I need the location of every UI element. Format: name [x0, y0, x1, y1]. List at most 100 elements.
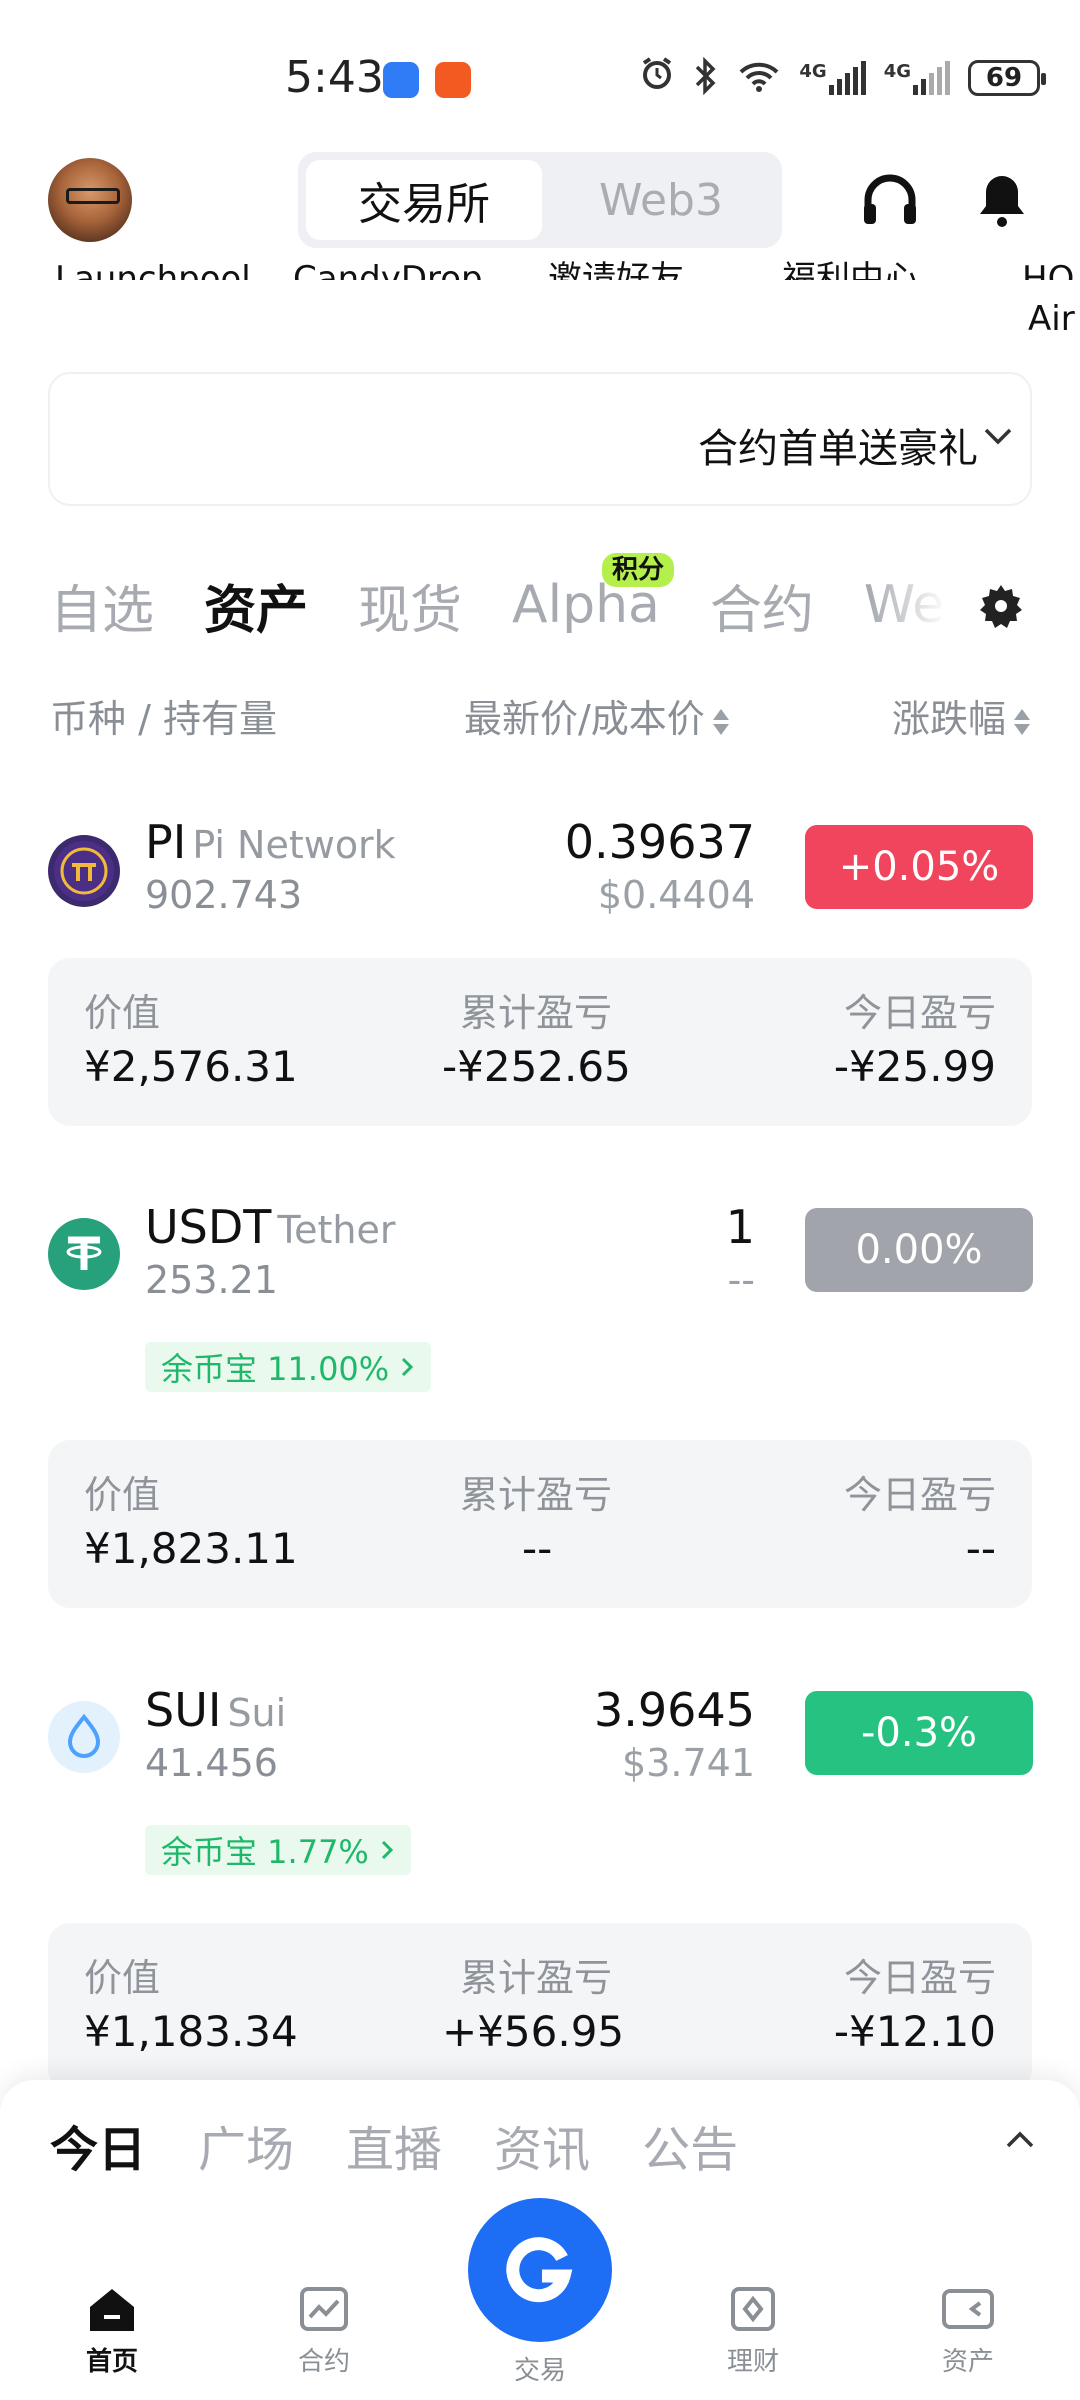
tab-spot[interactable]: 现货: [358, 568, 462, 643]
column-header: 币种 / 持有量 最新价/成本价 涨跌幅: [50, 688, 1030, 741]
asset-holding: 253.21: [145, 1258, 278, 1302]
total-pnl-amount: -¥252.65: [442, 1042, 631, 1091]
battery-indicator: 69: [968, 59, 1046, 96]
total-pnl-label: 累计盈亏: [460, 991, 613, 1035]
signal-1: 4G: [799, 60, 866, 95]
today-pnl-amount: -¥25.99: [833, 1042, 996, 1091]
asset-symbol: SUI Sui: [145, 1683, 287, 1737]
nav-trade-label: 交易: [513, 2356, 566, 2386]
asset-pnl-card-pi: 价值 累计盈亏 今日盈亏 ¥2,576.31 -¥252.65 -¥25.99: [48, 958, 1032, 1126]
trade-button[interactable]: [468, 2198, 612, 2342]
nav-home-label: 首页: [85, 2347, 138, 2377]
news-tabs: 今日 广场 直播 资讯 公告: [50, 2110, 738, 2180]
news-tab-announcements[interactable]: 公告: [642, 2110, 738, 2180]
asset-holding: 902.743: [145, 873, 303, 917]
earn-badge[interactable]: 余币宝 11.00%: [145, 1342, 432, 1392]
value-amount: ¥1,183.34: [84, 2007, 298, 2056]
points-badge: 积分: [602, 553, 675, 587]
segment-exchange[interactable]: 交易所: [306, 160, 542, 240]
bank-app-icon: [435, 62, 471, 98]
shortcut-airdrop-line1[interactable]: HO: [1022, 258, 1074, 280]
tether-coin-icon: [48, 1218, 120, 1290]
promo-banner[interactable]: 合约首单送豪礼: [48, 372, 1032, 506]
chevron-down-icon: [980, 418, 1016, 458]
total-pnl-amount: +¥56.95: [442, 2007, 625, 2056]
shortcut-candydrop[interactable]: CandyDrop: [293, 258, 483, 280]
tab-alpha[interactable]: Alpha 积分: [512, 553, 675, 635]
col-change-label: 涨跌幅: [891, 697, 1006, 741]
chevron-right-icon: [402, 1357, 414, 1377]
shortcut-row: Launchpool CandyDrop 邀请好友 福利中心 HO Air: [0, 240, 1080, 340]
col-price[interactable]: 最新价/成本价: [464, 688, 729, 743]
nav-assets-label: 资产: [941, 2347, 994, 2377]
shortcut-benefits[interactable]: 福利中心: [782, 258, 918, 280]
home-icon: [90, 2289, 134, 2331]
exchange-web3-switch: 交易所 Web3: [298, 152, 782, 248]
earn-label: 余币宝 11.00%: [161, 1350, 390, 1388]
tab-futures[interactable]: 合约: [710, 568, 814, 643]
sui-coin-icon: [48, 1701, 120, 1773]
promo-text: 合约首单送豪礼: [698, 426, 978, 472]
total-pnl-label: 累计盈亏: [460, 1956, 613, 2000]
news-tab-today[interactable]: 今日: [50, 2110, 146, 2180]
alarm-icon: [639, 55, 675, 100]
shortcut-launchpool[interactable]: Launchpool: [55, 258, 251, 280]
news-tab-square[interactable]: 广场: [198, 2110, 294, 2180]
asset-cost: $3.741: [622, 1741, 755, 1785]
asset-holding: 41.456: [145, 1741, 278, 1785]
shortcut-airdrop-line2[interactable]: Air: [1028, 298, 1075, 340]
today-pnl-amount: -¥12.10: [833, 2007, 996, 2056]
today-pnl-label: 今日盈亏: [843, 991, 996, 1035]
wallet-icon: [942, 2289, 994, 2329]
asset-price: 1: [725, 1200, 755, 1254]
sort-icon: [712, 707, 729, 737]
news-tab-live[interactable]: 直播: [346, 2110, 442, 2180]
pi-coin-icon: [48, 835, 120, 907]
sort-icon: [1014, 707, 1030, 737]
chart-icon: [300, 2287, 348, 2331]
nav-finance[interactable]: 理财: [683, 2285, 823, 2378]
wifi-icon: [737, 58, 781, 98]
shortcut-invite[interactable]: 邀请好友: [548, 258, 684, 280]
avatar[interactable]: [48, 158, 132, 242]
bell-icon[interactable]: [967, 165, 1037, 235]
chevron-up-icon[interactable]: [1000, 2120, 1040, 2164]
earn-badge[interactable]: 余币宝 1.77%: [145, 1825, 411, 1875]
nav-futures-label: 合约: [297, 2347, 350, 2377]
status-bar: 5:43 4G 4G 69: [0, 0, 1080, 150]
asset-symbol: PI Pi Network: [145, 815, 396, 869]
nav-futures[interactable]: 合约: [254, 2285, 394, 2378]
value-amount: ¥2,576.31: [84, 1042, 298, 1091]
news-tab-news[interactable]: 资讯: [494, 2110, 590, 2180]
support-headset-icon[interactable]: [855, 165, 925, 235]
asset-price: 0.39637: [564, 815, 755, 869]
col-price-label: 最新价/成本价: [464, 697, 705, 741]
today-pnl-label: 今日盈亏: [843, 1956, 996, 2000]
col-change[interactable]: 涨跌幅: [892, 688, 1030, 743]
asset-price: 3.9645: [594, 1683, 755, 1737]
status-time: 5:43: [285, 52, 384, 103]
gear-icon[interactable]: [978, 583, 1024, 633]
asset-pnl-card-sui: 价值 累计盈亏 今日盈亏 ¥1,183.34 +¥56.95 -¥12.10: [48, 1923, 1032, 2091]
asset-symbol: USDT Tether: [145, 1200, 396, 1254]
finance-icon: [731, 2287, 775, 2331]
value-label: 价值: [84, 1956, 161, 2000]
total-pnl-amount: --: [522, 1524, 553, 1573]
bluetooth-icon: [693, 56, 719, 99]
value-amount: ¥1,823.11: [84, 1524, 298, 1573]
tab-watchlist[interactable]: 自选: [50, 568, 154, 643]
earn-label: 余币宝 1.77%: [161, 1833, 369, 1871]
tab-assets[interactable]: 资产: [204, 568, 308, 643]
chevron-right-icon: [381, 1840, 393, 1860]
today-pnl-label: 今日盈亏: [843, 1473, 996, 1517]
segment-web3[interactable]: Web3: [548, 160, 774, 240]
notification-app-icon: [383, 62, 419, 98]
value-label: 价值: [84, 991, 161, 1035]
change-badge: 0.00%: [805, 1208, 1033, 1292]
signal-2: 4G: [884, 60, 950, 95]
nav-finance-label: 理财: [726, 2347, 779, 2377]
nav-assets[interactable]: 资产: [898, 2285, 1038, 2378]
value-label: 价值: [84, 1473, 161, 1517]
trade-logo-icon: [506, 2237, 573, 2303]
nav-home[interactable]: 首页: [42, 2285, 182, 2378]
